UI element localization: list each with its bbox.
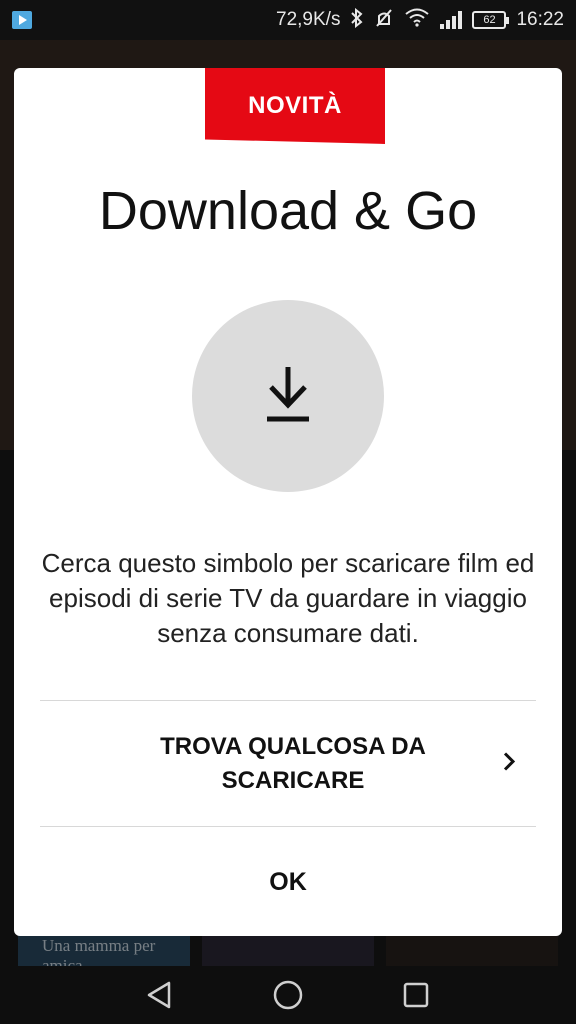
divider bbox=[40, 826, 536, 827]
play-store-icon bbox=[12, 11, 32, 29]
back-icon[interactable] bbox=[140, 975, 180, 1015]
divider bbox=[40, 700, 536, 701]
chevron-right-icon bbox=[502, 751, 516, 778]
network-speed: 72,9K/s bbox=[276, 9, 341, 30]
find-something-label: TROVA QUALCOSA DA SCARICARE bbox=[160, 733, 426, 794]
clock: 16:22 bbox=[516, 9, 564, 30]
bluetooth-icon bbox=[350, 7, 364, 33]
signal-icon bbox=[440, 11, 463, 29]
find-something-to-download-button[interactable]: TROVA QUALCOSA DA SCARICARE bbox=[40, 702, 536, 826]
download-icon bbox=[264, 363, 312, 430]
vibrate-icon bbox=[374, 8, 394, 33]
wifi-icon bbox=[404, 7, 430, 33]
new-badge: NOVITÀ bbox=[205, 68, 385, 144]
navigation-bar bbox=[0, 966, 576, 1024]
status-bar: 72,9K/s 62 16:22 bbox=[0, 0, 576, 40]
dialog-description: Cerca questo simbolo per scaricare film … bbox=[41, 548, 535, 648]
download-and-go-dialog: NOVITÀ Download & Go Cerca questo simbol… bbox=[14, 68, 562, 936]
battery-icon: 62 bbox=[472, 11, 510, 29]
download-icon-circle bbox=[192, 300, 384, 492]
recents-icon[interactable] bbox=[396, 975, 436, 1015]
home-icon[interactable] bbox=[268, 975, 308, 1015]
dialog-title: Download & Go bbox=[98, 181, 478, 241]
battery-level: 62 bbox=[483, 14, 496, 26]
ok-button[interactable]: OK bbox=[40, 828, 536, 936]
